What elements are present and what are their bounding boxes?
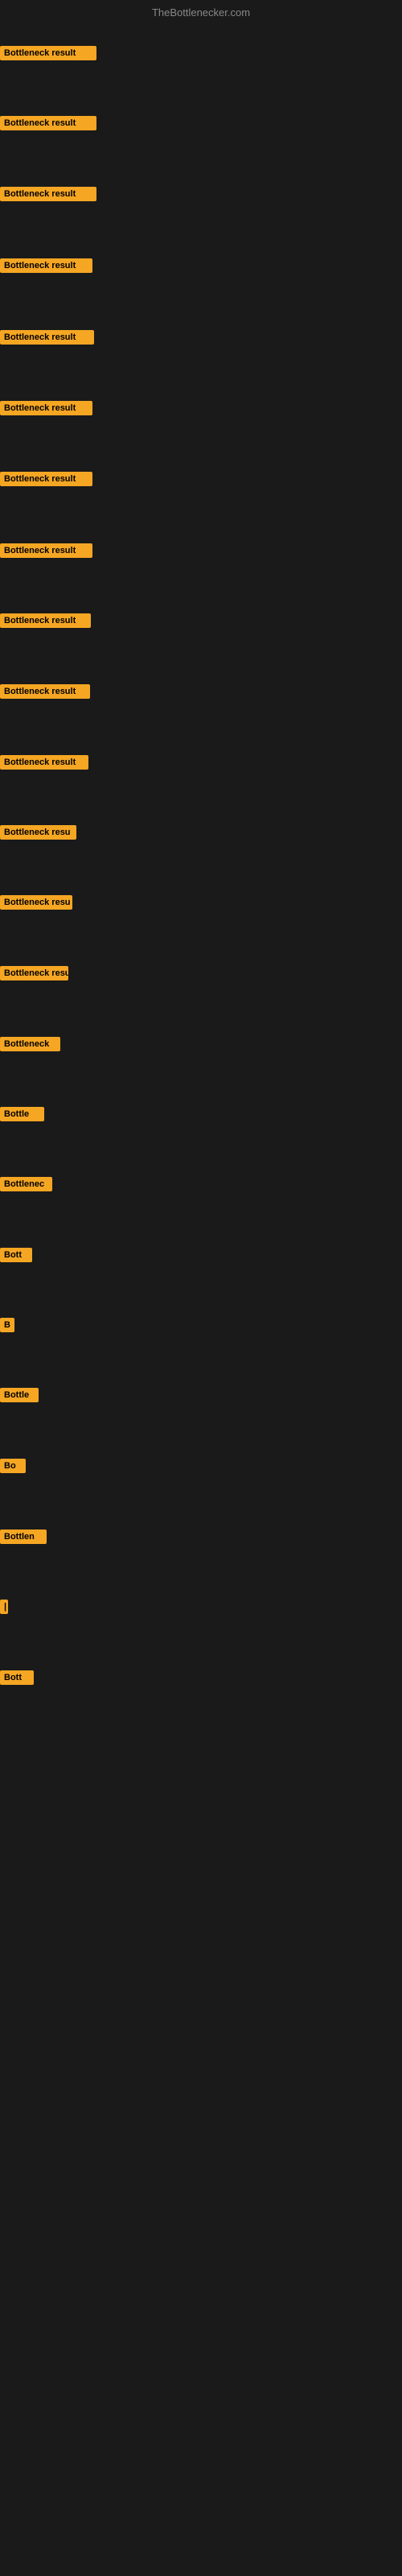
bottleneck-result-badge: Bottleneck result: [0, 472, 92, 486]
bottleneck-result-badge: Bottleneck result: [0, 684, 90, 699]
bottleneck-result-badge: Bottle: [0, 1107, 44, 1121]
bottleneck-result-badge: Bo: [0, 1459, 26, 1473]
bottleneck-result-badge: Bottleneck result: [0, 543, 92, 558]
bottleneck-result-badge: Bottleneck: [0, 1037, 60, 1051]
bottleneck-result-badge: Bott: [0, 1670, 34, 1685]
bottleneck-result-badge: Bottleneck result: [0, 401, 92, 415]
bottleneck-result-badge: Bottleneck result: [0, 613, 91, 628]
bottleneck-result-badge: Bottleneck result: [0, 755, 88, 770]
bottleneck-result-badge: Bottlenec: [0, 1177, 52, 1191]
bottleneck-result-badge: Bottleneck resu: [0, 825, 76, 840]
bottleneck-result-badge: Bottleneck result: [0, 187, 96, 201]
bottleneck-result-badge: Bottleneck resu: [0, 966, 68, 980]
bottleneck-result-badge: Bottle: [0, 1388, 39, 1402]
bottleneck-result-badge: Bott: [0, 1248, 32, 1262]
bottleneck-result-badge: Bottleneck result: [0, 258, 92, 273]
bottleneck-result-badge: Bottleneck result: [0, 330, 94, 345]
site-title: TheBottlenecker.com: [152, 6, 250, 19]
bottleneck-result-badge: |: [0, 1600, 8, 1614]
bottleneck-result-badge: Bottlen: [0, 1530, 47, 1544]
bottleneck-result-badge: B: [0, 1318, 14, 1332]
bottleneck-result-badge: Bottleneck result: [0, 46, 96, 60]
bottleneck-result-badge: Bottleneck resu: [0, 895, 72, 910]
bottleneck-result-badge: Bottleneck result: [0, 116, 96, 130]
